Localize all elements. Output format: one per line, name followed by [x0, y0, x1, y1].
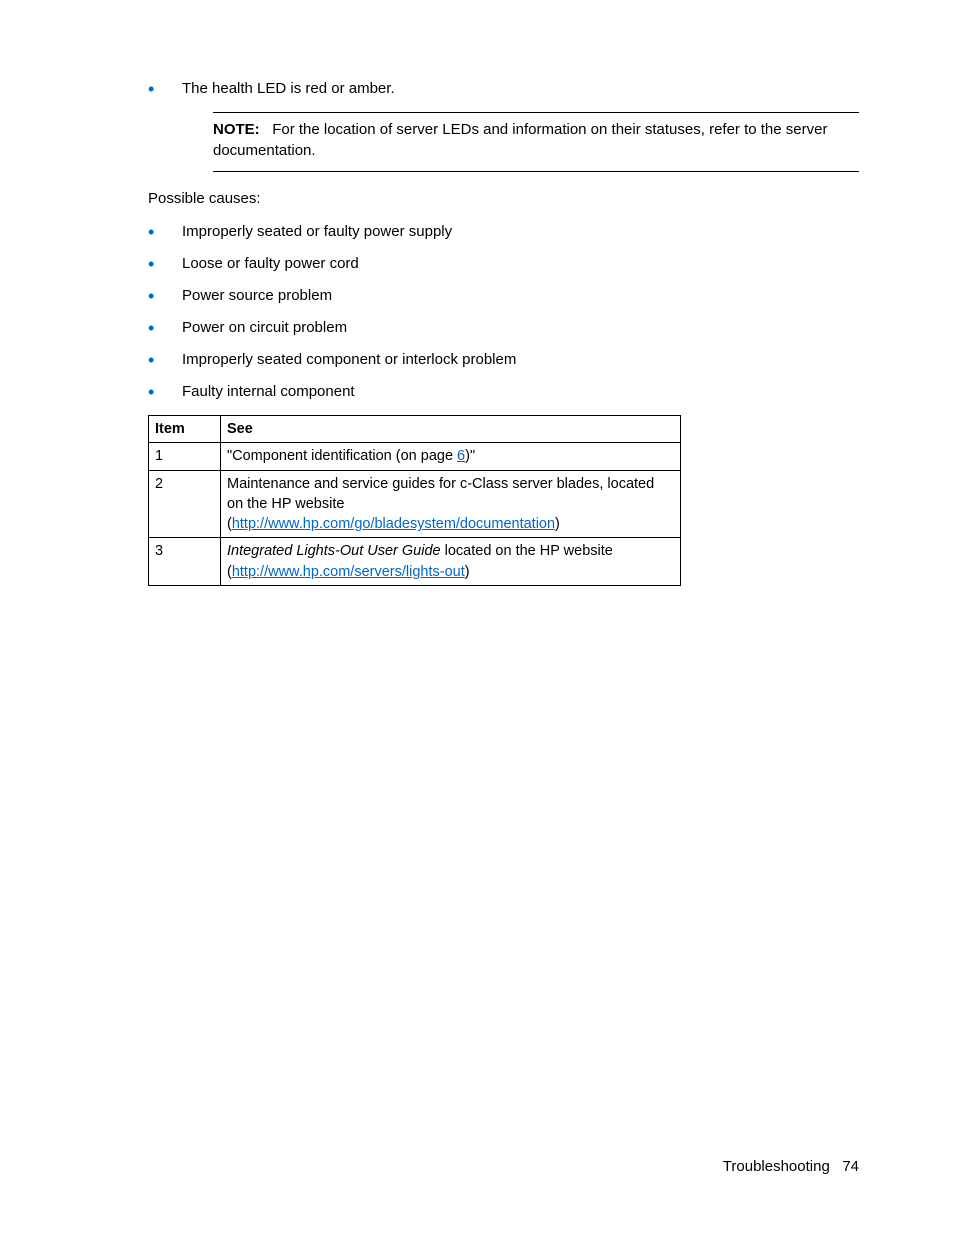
reference-table: Item See 1 "Component identification (on…: [148, 415, 681, 586]
cause-item: • Improperly seated or faulty power supp…: [148, 223, 859, 241]
table-see-cell: Maintenance and service guides for c-Cla…: [221, 470, 681, 538]
cause-text: Improperly seated or faulty power supply: [182, 223, 859, 240]
cause-item: • Loose or faulty power cord: [148, 255, 859, 273]
table-item-cell: 2: [149, 470, 221, 538]
cause-text: Power on circuit problem: [182, 319, 859, 336]
bullet-icon: •: [148, 255, 158, 273]
note-body: For the location of server LEDs and info…: [213, 121, 827, 159]
row2-text-b: ): [555, 516, 560, 532]
row3-italic: Integrated Lights-Out User Guide: [227, 543, 441, 559]
table-row: 1 "Component identification (on page 6)": [149, 443, 681, 470]
table-item-cell: 1: [149, 443, 221, 470]
row1-text-b: )": [465, 448, 475, 464]
causes-heading: Possible causes:: [148, 190, 859, 207]
cause-text: Loose or faulty power cord: [182, 255, 859, 272]
table-header-item: Item: [149, 416, 221, 443]
cause-item: • Faulty internal component: [148, 383, 859, 401]
table-header-row: Item See: [149, 416, 681, 443]
cause-item: • Power on circuit problem: [148, 319, 859, 337]
bullet-icon: •: [148, 383, 158, 401]
table-row: 2 Maintenance and service guides for c-C…: [149, 470, 681, 538]
cause-text: Improperly seated component or interlock…: [182, 351, 859, 368]
note-label: NOTE:: [213, 121, 260, 138]
page-link[interactable]: 6: [457, 448, 465, 464]
row1-text-a: "Component identification (on page: [227, 448, 457, 464]
note-box: NOTE: For the location of server LEDs an…: [213, 112, 859, 172]
intro-bullet: • The health LED is red or amber.: [148, 80, 859, 98]
footer-page: 74: [842, 1158, 859, 1175]
table-header-see: See: [221, 416, 681, 443]
cause-item: • Power source problem: [148, 287, 859, 305]
table-item-cell: 3: [149, 538, 221, 586]
cause-text: Faulty internal component: [182, 383, 859, 400]
cause-item: • Improperly seated component or interlo…: [148, 351, 859, 369]
url-link[interactable]: http://www.hp.com/go/bladesystem/documen…: [232, 516, 555, 532]
table-row: 3 Integrated Lights-Out User Guide locat…: [149, 538, 681, 586]
bullet-icon: •: [148, 319, 158, 337]
intro-text: The health LED is red or amber.: [182, 80, 859, 97]
table-see-cell: "Component identification (on page 6)": [221, 443, 681, 470]
bullet-icon: •: [148, 223, 158, 241]
bullet-icon: •: [148, 351, 158, 369]
table-see-cell: Integrated Lights-Out User Guide located…: [221, 538, 681, 586]
footer-section: Troubleshooting: [723, 1158, 830, 1175]
bullet-icon: •: [148, 287, 158, 305]
bullet-icon: •: [148, 80, 158, 98]
row3-text-b: ): [465, 564, 470, 580]
cause-text: Power source problem: [182, 287, 859, 304]
note-text: [264, 121, 272, 138]
url-link[interactable]: http://www.hp.com/servers/lights-out: [232, 564, 465, 580]
page-footer: Troubleshooting 74: [723, 1158, 859, 1175]
